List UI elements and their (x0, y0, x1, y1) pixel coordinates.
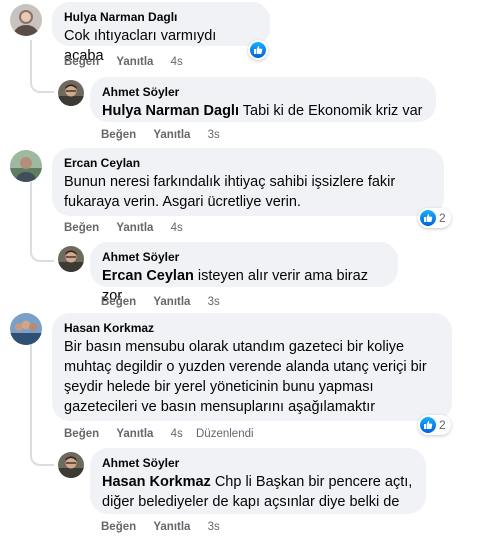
reaction-count: 2 (439, 418, 446, 432)
like-button[interactable]: Beğen (64, 56, 99, 68)
comment-text-line: fukaraya verin. Asgari ücretliye verin. (64, 194, 301, 210)
comment-text: Bir basın mensubu olarak utandım gazetec… (64, 337, 440, 417)
comment-text-rest: Chp li Başkan bir pencere açtı, (214, 474, 413, 490)
mention-link[interactable]: Hasan Korkmaz (102, 474, 211, 490)
reply-button[interactable]: Yanıtla (116, 428, 153, 440)
comment-author[interactable]: Ahmet Söyler (102, 455, 414, 471)
comment-author[interactable]: Ahmet Söyler (102, 249, 386, 265)
comment-actions: Beğen Yanıtla 3s (101, 295, 230, 309)
comment-text-line: gazetecileri ve basın mensuplarını aşağı… (64, 399, 376, 415)
comment-text-line: Bir basın mensubu olarak utandım gazetec… (64, 339, 405, 355)
comment-author[interactable]: Ahmet Söyler (102, 84, 424, 100)
like-button[interactable]: Beğen (101, 129, 136, 141)
comment-actions: Beğen Yanıtla 4s Düzenlendi (64, 427, 254, 441)
comment-time[interactable]: 3s (208, 129, 220, 141)
comment-text-line: Bunun neresi farkındalık ihtiyaç sahibi … (64, 174, 396, 190)
avatar[interactable] (58, 452, 84, 478)
like-button[interactable]: Beğen (64, 428, 99, 440)
like-button[interactable]: Beğen (101, 296, 136, 308)
like-button[interactable]: Beğen (101, 521, 136, 533)
comment-time[interactable]: 4s (171, 428, 183, 440)
reaction-badge[interactable]: 2 (418, 208, 451, 228)
reply-bubble: Ahmet Söyler Hulya Narman Daglı Tabi ki … (90, 77, 436, 122)
comment-text-line: muhtaç degildir o yuzden verende alanda … (64, 359, 427, 375)
comment-author[interactable]: Hasan Korkmaz (64, 320, 440, 336)
reply-button[interactable]: Yanıtla (116, 56, 153, 68)
comment-actions: Beğen Yanıtla 3s (101, 128, 230, 142)
avatar[interactable] (10, 4, 42, 36)
like-icon (250, 42, 266, 58)
thread-connector (30, 182, 54, 262)
reply-button[interactable]: Yanıtla (153, 521, 190, 533)
avatar[interactable] (58, 246, 84, 272)
avatar[interactable] (58, 80, 84, 106)
reaction-count: 2 (439, 211, 446, 225)
avatar[interactable] (10, 150, 42, 182)
comment-time[interactable]: 4s (171, 222, 183, 234)
reply-bubble: Ahmet Söyler Hasan Korkmaz Chp li Başkan… (90, 448, 426, 514)
like-icon (420, 210, 436, 226)
mention-link[interactable]: Ercan Ceylan (102, 268, 194, 284)
comment-text: Hulya Narman Daglı Tabi ki de Ekonomik k… (102, 101, 424, 121)
thread-connector (30, 40, 54, 93)
reaction-badge[interactable] (248, 40, 268, 60)
comment-text: Bunun neresi farkındalık ihtiyaç sahibi … (64, 172, 432, 212)
comment-time[interactable]: 4s (171, 56, 183, 68)
reply-button[interactable]: Yanıtla (153, 129, 190, 141)
thread-connector (30, 344, 54, 466)
reply-button[interactable]: Yanıtla (153, 296, 190, 308)
comment-bubble: Hasan Korkmaz Bir basın mensubu olarak u… (52, 313, 452, 421)
comment-bubble: Ercan Ceylan Bunun neresi farkındalık ih… (52, 148, 444, 216)
comment-text-rest: Tabi ki de Ekonomik kriz var (242, 103, 423, 119)
comment-author[interactable]: Ercan Ceylan (64, 155, 432, 171)
comment-time[interactable]: 3s (208, 521, 220, 533)
comment-author[interactable]: Hulya Narman Daglı (64, 9, 258, 25)
like-icon (420, 417, 436, 433)
reaction-badge[interactable]: 2 (418, 415, 451, 435)
comment-text-line: şeydir helede bir yerel yöneticinin bunu… (64, 379, 374, 395)
comment-actions: Beğen Yanıtla 4s (64, 221, 193, 235)
comment-bubble: Hulya Narman Daglı Cok ıhtıyacları varmı… (52, 2, 270, 64)
comment-text-line: Hasan Korkmaz Chp li Başkan bir pencere … (102, 472, 414, 492)
comment-text-line: diğer belediyeler de kapı açsınlar diye … (102, 494, 400, 510)
reply-button[interactable]: Yanıtla (116, 222, 153, 234)
comment-actions: Beğen Yanıtla 3s (101, 520, 230, 534)
reply-bubble: Ahmet Söyler Ercan Ceylan isteyen alır v… (90, 242, 398, 304)
comment-text: Hasan Korkmaz Chp li Başkan bir pencere … (102, 472, 414, 512)
comment-actions: Beğen Yanıtla 4s (64, 55, 193, 69)
like-button[interactable]: Beğen (64, 222, 99, 234)
mention-link[interactable]: Hulya Narman Daglı (102, 103, 239, 119)
avatar[interactable] (10, 313, 42, 345)
comment-time[interactable]: 3s (208, 296, 220, 308)
edited-label[interactable]: Düzenlendi (196, 428, 254, 440)
